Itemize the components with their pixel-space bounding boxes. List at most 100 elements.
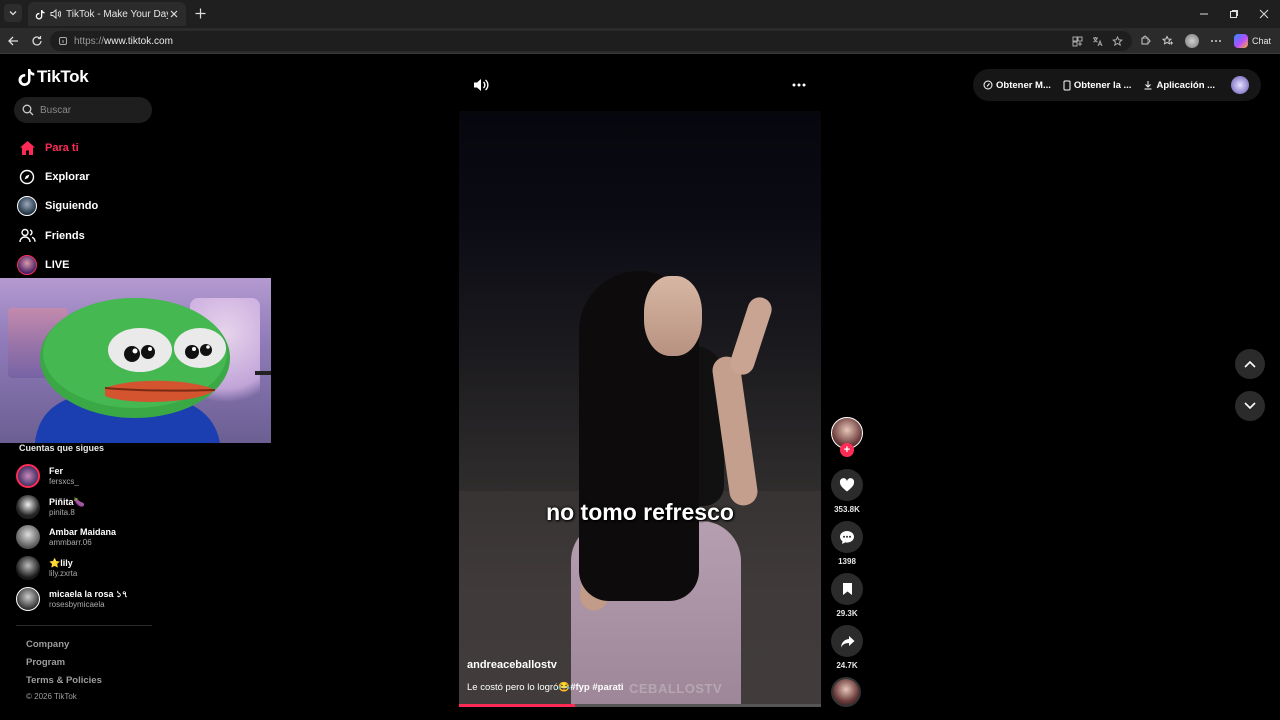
footer-link-program[interactable]: Program [26,654,102,672]
logo-text: TikTok [37,67,89,86]
coin-icon [983,80,993,90]
save-count: 29.3K [836,609,858,618]
close-window-button[interactable] [1248,0,1280,28]
pepe-frog-avatar-icon [35,298,271,443]
previous-video-button[interactable] [1235,349,1265,379]
reload-button[interactable] [29,33,45,49]
tiktok-logo[interactable]: TikTok [18,67,89,87]
footer-link-company[interactable]: Company [26,636,102,654]
url-protocol: https:// [74,35,105,47]
video-subject-face [644,276,702,356]
restore-icon [1230,10,1238,18]
avatar [16,525,40,550]
following-account-pinita[interactable]: Piñita🍆 pinita.8 [16,492,166,523]
more-options-button[interactable] [790,77,808,93]
translate-icon[interactable] [1090,34,1104,48]
close-tab-icon[interactable] [168,8,180,20]
chevron-down-icon [1244,402,1256,410]
following-list: Fer fersxcs_ Piñita🍆 pinita.8 Ambar Maidan… [16,461,166,614]
tab-list-button[interactable] [4,4,22,22]
account-handle: ammbarr.06 [49,538,92,548]
avatar [16,464,40,489]
browser-menu-icon[interactable] [1208,33,1224,49]
url-host: www.tiktok.com [104,35,173,47]
chat-label: Chat [1252,36,1272,46]
avatar [16,556,40,581]
tab-title: TikTok - Make Your Day [66,8,168,20]
search-box[interactable] [14,97,152,123]
more-dots-icon [792,83,806,87]
get-app-button[interactable]: Obtener la ... [1063,80,1131,91]
search-input[interactable] [40,104,140,116]
video-player[interactable]: no tomo refresco CEBALLOSTV andreaceball… [459,111,821,707]
video-description: Le costó pero lo logró😂#fyp #parati [467,682,624,693]
site-info-icon[interactable] [58,36,68,46]
phone-icon [1063,80,1071,90]
home-icon [16,137,38,159]
sidebar-item-label: Friends [45,229,85,242]
get-coins-button[interactable]: Obtener M... [983,80,1051,91]
volume-icon [474,79,489,91]
profile-avatar[interactable] [1184,33,1200,49]
like-count: 353.8K [834,505,860,514]
sidebar-item-explorar[interactable]: Explorar [16,162,166,191]
video-description-text: Le costó pero lo logró😂 [467,682,571,693]
restore-button[interactable] [1218,0,1250,28]
copilot-icon [1234,34,1248,48]
follow-plus-button[interactable]: + [840,443,854,457]
video-progress-bar[interactable] [459,704,821,707]
comment-button[interactable] [831,521,863,553]
back-arrow-icon [8,36,18,46]
avatar [16,586,40,611]
video-watermark: CEBALLOSTV [629,681,723,696]
sidebar-item-live[interactable]: LIVE [16,250,166,279]
sidebar-item-friends[interactable]: Friends [16,221,166,250]
following-account-fer[interactable]: Fer fersxcs_ [16,461,166,492]
account-handle: lily.zxrta [49,569,78,579]
browser-tab-bar: TikTok - Make Your Day [0,0,1280,28]
desktop-app-button[interactable]: Aplicación ... [1143,80,1215,91]
tiktok-favicon-icon [34,8,46,20]
back-button[interactable] [5,33,21,49]
account-name: Fer [49,466,64,477]
heart-icon [839,478,855,492]
sidebar-nav: Para ti Explorar Siguiendo Friends LIVE [16,133,166,279]
extensions-icon[interactable] [1137,33,1153,49]
video-hashtags[interactable]: #fyp #parati [570,682,623,693]
chevron-down-icon [9,11,17,16]
following-account-lily[interactable]: ⭐lily lily.zxrta [16,553,166,584]
app-available-icon[interactable] [1070,34,1084,48]
share-button[interactable] [831,625,863,657]
like-button[interactable] [831,469,863,501]
browser-tab-tiktok[interactable]: TikTok - Make Your Day [28,2,186,26]
favorite-star-icon[interactable] [1110,34,1124,48]
comment-count: 1398 [838,557,856,566]
search-icon [22,104,34,116]
video-author-username[interactable]: andreaceballostv [467,659,557,671]
video-subject-hand [727,294,775,378]
share-arrow-icon [840,635,854,647]
tab-audio-icon[interactable] [50,9,61,19]
next-video-button[interactable] [1235,391,1265,421]
sidebar-item-siguiendo[interactable]: Siguiendo [16,192,166,221]
favorites-icon[interactable] [1160,33,1176,49]
footer-link-terms[interactable]: Terms & Policies [26,672,102,690]
volume-button[interactable] [472,77,490,93]
following-account-micaela[interactable]: micaela la rosa ১৭ rosesbymicaela [16,583,166,614]
music-disc-avatar[interactable] [831,677,861,707]
copilot-chat-button[interactable]: Chat [1234,32,1271,50]
sidebar-footer: Company Program Terms & Policies © 2026 … [26,636,102,701]
download-icon [1144,81,1152,90]
sidebar-item-para-ti[interactable]: Para ti [16,133,166,162]
account-handle: fersxcs_ [49,477,79,487]
user-profile-avatar[interactable] [1231,76,1249,94]
minimize-button[interactable] [1188,0,1220,28]
following-account-ambar[interactable]: Ambar Maidana ammbarr.06 [16,522,166,553]
url-field[interactable]: https://www.tiktok.com [50,31,1132,51]
sidebar-item-label: Siguiendo [45,200,99,213]
new-tab-button[interactable] [192,5,208,21]
avatar [16,494,40,519]
plus-icon [195,8,205,18]
compass-icon [16,166,38,188]
save-button[interactable] [831,573,863,605]
